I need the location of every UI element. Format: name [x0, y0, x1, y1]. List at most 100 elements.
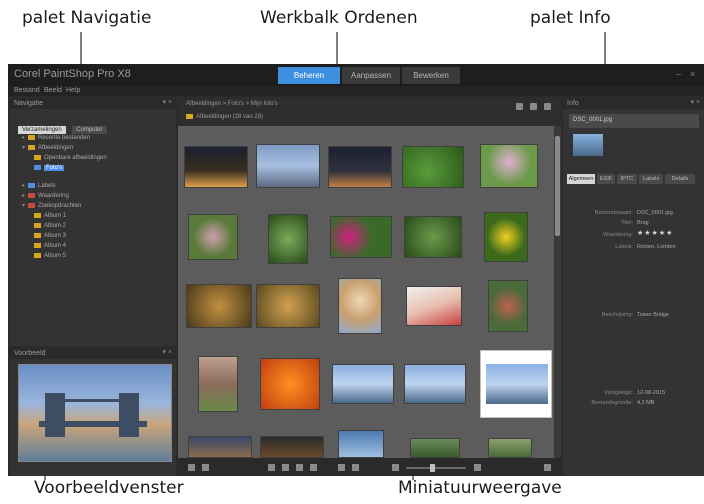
bridge-walkway [59, 399, 125, 402]
thumbnail[interactable] [404, 216, 462, 258]
info-tabs: Algemeen EXIF IPTC Labels Details [567, 174, 701, 184]
info-tab-labels[interactable]: Labels [639, 174, 663, 184]
folder-icon [34, 232, 41, 238]
tab-manage[interactable]: Beheren [278, 67, 340, 84]
thumbnail[interactable] [484, 212, 528, 262]
callout-info-palette: palet Info [530, 8, 611, 28]
info-label: Bestandsnaam: [594, 210, 633, 216]
tree-item[interactable]: Album 5 [34, 252, 66, 260]
menu-help[interactable]: Help [66, 86, 80, 96]
info-label: Labels: [615, 244, 633, 250]
breadcrumb[interactable]: Afbeeldingen > Foto's > Mijn foto's [186, 101, 278, 107]
zoom-in-icon[interactable] [474, 464, 481, 471]
callout-preview: Voorbeeldvenster [34, 478, 184, 498]
thumbnail[interactable] [198, 356, 238, 412]
thumbnail[interactable] [328, 146, 392, 188]
zoom-slider[interactable] [406, 467, 466, 469]
folder-icon [34, 154, 41, 160]
tree-item[interactable]: Album 1 [34, 212, 66, 220]
tree-item[interactable]: ▾ Zoekopdrachten [22, 202, 81, 210]
tree-item[interactable]: ▾ Afbeeldingen [22, 144, 73, 152]
zoom-out-icon[interactable] [392, 464, 399, 471]
panel-options-icon[interactable]: ▾ × [162, 98, 172, 106]
delete-icon[interactable] [352, 464, 359, 471]
tree-item-selected[interactable]: Foto's [34, 164, 65, 172]
info-thumbnail [573, 134, 603, 156]
preview-palette: Voorbeeld ▾ × [10, 348, 176, 476]
thumbnail[interactable] [256, 284, 320, 328]
print-icon[interactable] [296, 464, 303, 471]
navigation-header: Navigatie [10, 98, 176, 109]
panel-options-icon[interactable]: ▾ × [162, 348, 172, 356]
thumbnail[interactable] [338, 430, 384, 458]
thumbnail-scrollbar[interactable] [554, 126, 561, 458]
thumbnail[interactable] [184, 146, 248, 188]
info-tab-iptc[interactable]: IPTC [617, 174, 637, 184]
tree-item[interactable]: ▸ Recente bestanden [22, 134, 90, 142]
scrollbar-thumb[interactable] [555, 136, 560, 236]
tree-item[interactable]: ▸ Labels [22, 182, 56, 190]
tree-item[interactable]: Album 4 [34, 242, 66, 250]
thumbnail[interactable] [404, 364, 466, 404]
organizer-bottom-bar [178, 458, 561, 476]
tree-item[interactable]: Album 3 [34, 232, 66, 240]
thumbnail-image [486, 364, 548, 404]
tree-item[interactable]: ▸ Waardering [22, 192, 69, 200]
thumbnail[interactable] [338, 278, 382, 334]
settings-icon[interactable] [544, 103, 551, 110]
thumbnail[interactable] [330, 216, 392, 258]
info-tab-general[interactable]: Algemeen [567, 174, 595, 184]
thumbnail[interactable] [410, 438, 460, 458]
rotate-right-icon[interactable] [282, 464, 289, 471]
menu-bar: Bestand Beeld Help [8, 86, 704, 96]
tab-adjust[interactable]: Aanpassen [342, 67, 400, 84]
zoom-slider-thumb[interactable] [430, 464, 435, 472]
info-header: Info [563, 98, 704, 109]
thumbnail[interactable] [268, 214, 308, 264]
preview-image [18, 364, 172, 462]
tab-edit[interactable]: Bewerken [402, 67, 460, 84]
thumbnail[interactable] [488, 438, 532, 458]
thumbnail[interactable] [402, 146, 464, 188]
bridge-deck [39, 421, 147, 427]
tab-collections[interactable]: Verzamelingen [18, 126, 66, 134]
rating-stars[interactable]: ★★★★★ [637, 229, 673, 237]
info-value: 12-08-2015 [637, 390, 666, 396]
thumbnail[interactable] [332, 364, 394, 404]
folder-icon [34, 242, 41, 248]
share-icon[interactable] [338, 464, 345, 471]
thumbnail[interactable] [260, 358, 320, 410]
rotate-left-icon[interactable] [268, 464, 275, 471]
minimize-icon[interactable]: – [676, 69, 681, 79]
thumbnail[interactable] [186, 284, 252, 328]
menu-view[interactable]: Beeld [44, 86, 62, 96]
thumbnail[interactable] [260, 436, 324, 458]
thumbnail[interactable] [406, 286, 462, 326]
app-title: Corel PaintShop Pro X8 [14, 68, 131, 80]
thumbnail[interactable] [188, 214, 238, 260]
tree-item[interactable]: Album 2 [34, 222, 66, 230]
tree-item[interactable]: Openbare afbeeldingen [34, 154, 107, 162]
menu-file[interactable]: Bestand [14, 86, 40, 96]
thumbnail-selected[interactable] [480, 350, 552, 418]
select-all-icon[interactable] [188, 464, 195, 471]
expand-icon[interactable] [544, 464, 551, 471]
thumbnail[interactable] [256, 144, 320, 188]
info-label: Waardering: [603, 232, 633, 238]
info-value: Tower Bridge [637, 312, 670, 318]
info-filename: DSC_0001.jpg [573, 117, 613, 123]
folder-icon [34, 252, 41, 258]
info-tab-exif[interactable]: EXIF [597, 174, 615, 184]
app-window: Corel PaintShop Pro X8 Beheren Aanpassen… [8, 64, 704, 476]
panel-options-icon[interactable]: ▾ × [690, 98, 700, 106]
thumbnail[interactable] [480, 144, 538, 188]
filter-icon[interactable] [516, 103, 523, 110]
info-tab-details[interactable]: Details [665, 174, 695, 184]
thumbnail[interactable] [488, 280, 528, 332]
sort-icon[interactable] [530, 103, 537, 110]
capture-icon[interactable] [202, 464, 209, 471]
close-icon[interactable]: × [690, 69, 695, 79]
thumbnail[interactable] [188, 436, 252, 458]
tab-computer[interactable]: Computer [72, 126, 107, 134]
email-icon[interactable] [310, 464, 317, 471]
